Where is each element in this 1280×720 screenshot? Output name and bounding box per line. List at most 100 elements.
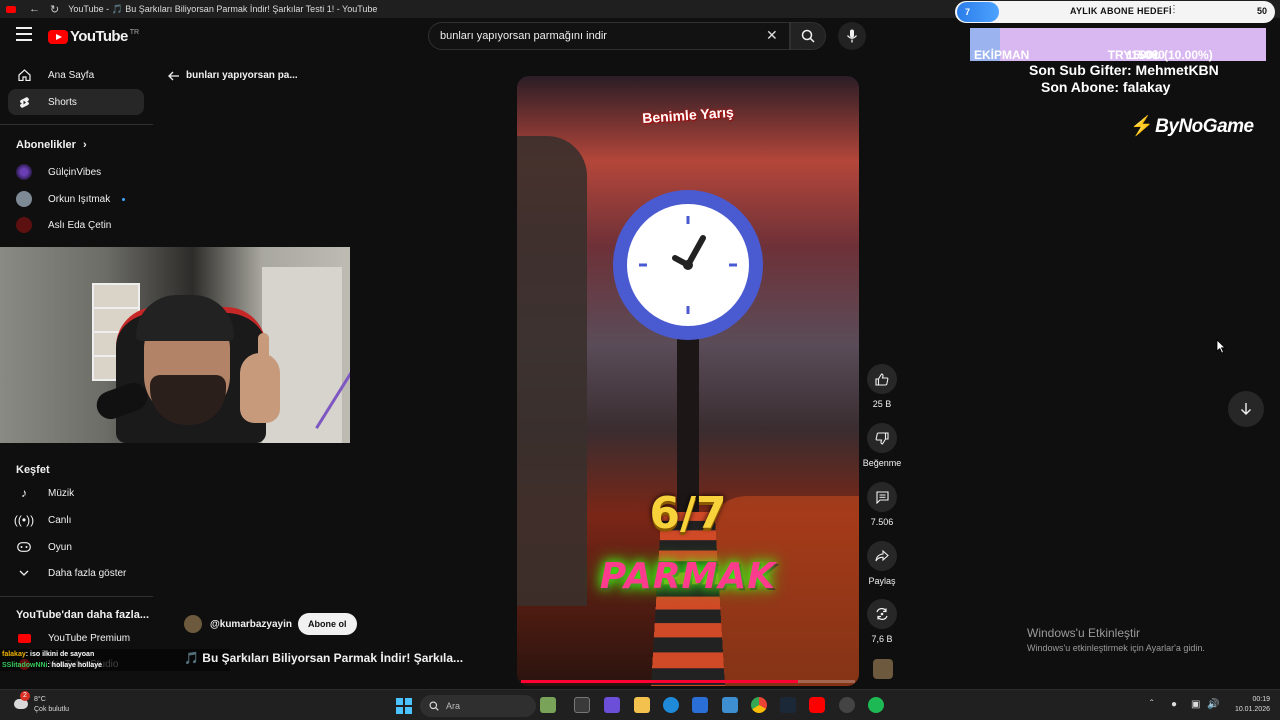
chat-username: falakay [2, 651, 26, 658]
goal-count: 50 [1256, 6, 1267, 16]
channel-row: @kumarbazyayin Abone ol [184, 613, 357, 635]
tab-title[interactable]: YouTube - 🎵 Bu Şarkıları Biliyorsan Parm… [68, 4, 377, 15]
store-app-icon[interactable] [692, 697, 708, 713]
subscriptions-heading[interactable]: Abonelikler › [16, 139, 87, 151]
channel-avatar[interactable] [184, 615, 202, 633]
tray-network-icon[interactable]: ● [1171, 699, 1177, 710]
subscriber-goal-bar: 7 AYLIK ABONE HEDEFİ ⋮ 50 [955, 1, 1275, 23]
bynogame-logo: ⚡ ByNoGame [1130, 114, 1254, 138]
next-short-button[interactable] [1228, 391, 1264, 427]
chevron-down-icon [16, 570, 32, 576]
edge-browser-icon[interactable] [663, 697, 679, 713]
share-label: Paylaş [868, 576, 896, 586]
youtube-wordmark: YouTube [70, 28, 128, 45]
taskbar-search-label: Ara [446, 701, 461, 711]
video-progress-bar[interactable] [521, 680, 855, 683]
youtube-app-icon[interactable] [809, 697, 825, 713]
clock-face [627, 204, 749, 326]
weather-temp: 8°C [34, 696, 46, 703]
browser-back-icon[interactable]: ← [29, 3, 40, 15]
remix-button[interactable]: 7,6 B [862, 599, 902, 644]
windows-start-icon[interactable] [396, 698, 412, 714]
chevron-right-icon: › [82, 139, 87, 151]
shorts-back-button[interactable]: bunları yapıyorsan pa... [168, 70, 298, 81]
windows-taskbar: 8°C Çok bulutlu 2 Ara ˆ ● ▣ 🔊 00:19 10.0… [0, 689, 1280, 720]
taskbar-search-input[interactable]: Ara [420, 695, 536, 717]
dislike-label: Beğenme [862, 458, 902, 468]
bolt-icon: ⚡ [1130, 116, 1154, 137]
avatar [16, 191, 32, 207]
like-button[interactable]: 25 B [862, 364, 902, 409]
gaming-icon [16, 542, 32, 552]
sidebar-item-gulcinvibes[interactable]: GülçinVibes [8, 159, 144, 185]
chat-username: SSlitadowNNi [2, 662, 48, 669]
sidebar-divider [0, 596, 153, 597]
subscribe-button[interactable]: Abone ol [298, 613, 357, 635]
sidebar-item-gaming[interactable]: Oyun [8, 534, 144, 560]
sidebar-item-youtube-premium[interactable]: YouTube Premium [8, 625, 144, 651]
task-view-icon[interactable] [574, 697, 590, 713]
sidebar-item-label: YouTube Premium [48, 632, 131, 644]
webcam-finger [258, 333, 269, 367]
dislike-button[interactable]: Beğenme [862, 423, 902, 468]
avatar [16, 217, 32, 233]
file-explorer-icon[interactable] [634, 697, 650, 713]
copilot-app-icon[interactable] [604, 697, 620, 713]
mouse-cursor-icon [1216, 339, 1226, 354]
hamburger-menu-icon[interactable] [16, 27, 32, 41]
remix-count: 7,6 B [871, 634, 893, 644]
chrome-browser-icon[interactable] [751, 697, 767, 713]
comments-button[interactable]: 7.506 [862, 482, 902, 527]
tray-chevron-up-icon[interactable]: ˆ [1150, 699, 1153, 710]
sidebar-item-show-more[interactable]: Daha fazla göster [8, 560, 144, 586]
sidebar-item-label: Orkun Işıtmak [48, 193, 111, 205]
webcam-overlay [0, 247, 350, 443]
live-icon: ((•)) [13, 513, 35, 527]
webcam-cap [136, 295, 234, 341]
youtube-premium-icon [16, 633, 32, 643]
arrow-down-icon [1241, 403, 1251, 415]
search-button[interactable] [790, 22, 826, 50]
windows-activation-subtitle: Windows'u etkinleştirmek için Ayarlar'a … [1027, 643, 1205, 653]
more-from-youtube-heading: YouTube'dan daha fazla... [16, 609, 149, 621]
minecraft-app-icon[interactable] [540, 697, 556, 713]
voice-search-button[interactable] [838, 22, 866, 50]
steam-app-icon[interactable] [780, 697, 796, 713]
sidebar-item-label: Müzik [48, 487, 75, 499]
last-sub-text: Son Abone: falakay [1041, 79, 1171, 95]
browser-refresh-icon[interactable]: ↻ [50, 3, 59, 16]
clock-icon [613, 190, 763, 340]
share-button[interactable]: Paylaş [862, 541, 902, 586]
youtube-logo[interactable]: YouTube TR [48, 28, 139, 45]
sub-gifter-text: Son Sub Gifter: MehmetKBN [1029, 62, 1219, 78]
taskbar-clock[interactable]: 00:19 10.01.2026 [1228, 695, 1270, 715]
explore-heading: Keşfet [16, 464, 50, 476]
comment-count: 7.506 [870, 517, 894, 527]
sidebar-item-home[interactable]: Ana Sayfa [8, 62, 144, 88]
obs-app-icon[interactable] [839, 697, 855, 713]
sidebar-item-shorts[interactable]: Shorts [8, 89, 144, 115]
sidebar-item-music[interactable]: ♪ Müzik [8, 480, 144, 506]
sidebar-item-orkun-isitmak[interactable]: Orkun Işıtmak [8, 186, 144, 212]
sidebar-item-asli-eda-cetin[interactable]: Aslı Eda Çetin [8, 212, 144, 238]
search-input[interactable]: bunları yapıyorsan parmağını indir [428, 22, 790, 50]
more-vert-icon: ⋮ [1169, 4, 1179, 15]
spotify-app-icon[interactable] [868, 697, 884, 713]
tray-volume-icon[interactable]: 🔊 [1207, 699, 1219, 710]
tray-display-icon[interactable]: ▣ [1191, 699, 1200, 710]
shorts-icon [16, 96, 32, 109]
video-title[interactable]: 🎵 Bu Şarkıları Biliyorsan Parmak İndir! … [184, 651, 463, 665]
sidebar-item-live[interactable]: ((•)) Canlı [8, 507, 144, 533]
sidebar-item-label: Shorts [48, 96, 77, 108]
clear-search-icon[interactable]: ✕ [766, 27, 778, 44]
sidebar-item-label: Canlı [48, 514, 72, 526]
channel-name[interactable]: @kumarbazyayin [210, 619, 292, 630]
home-icon [16, 69, 32, 81]
search-icon [429, 701, 439, 711]
video-overlay-text: Benimle Yarış [641, 103, 735, 127]
video-progress-fill [521, 680, 799, 683]
outlook-app-icon[interactable] [722, 697, 738, 713]
audio-source-avatar[interactable] [873, 659, 893, 679]
chat-text: : iso ilkini de sayoan [25, 651, 95, 658]
shorts-video-player[interactable]: Benimle Yarış 6/7 PARMAK [517, 76, 859, 686]
